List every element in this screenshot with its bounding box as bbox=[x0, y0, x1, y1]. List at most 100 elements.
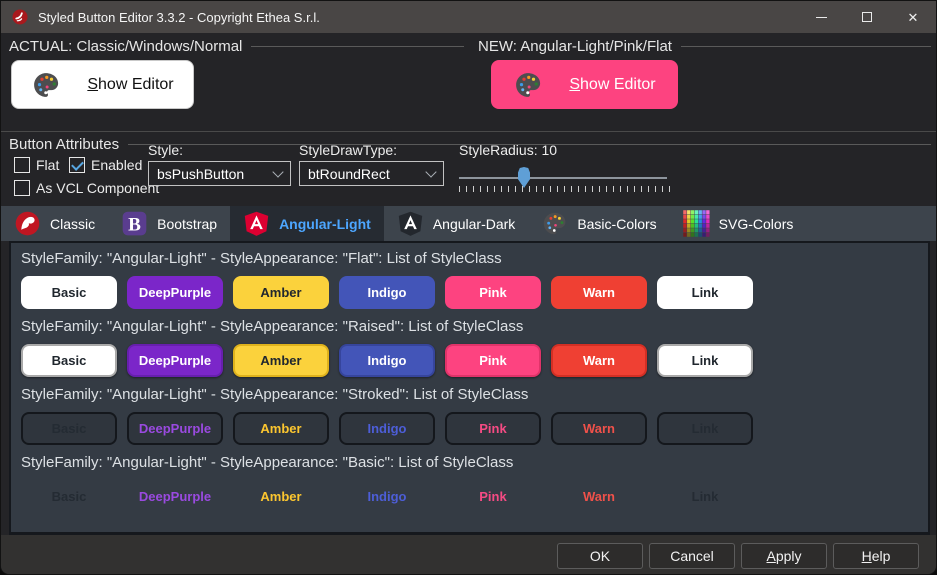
styleclass-button-indigo-flat[interactable]: Indigo bbox=[339, 276, 435, 309]
styleradius-slider-ticks bbox=[459, 186, 671, 192]
styleclass-button-amber-raised[interactable]: Amber bbox=[233, 344, 329, 377]
show-editor-button-new[interactable]: Show Editor bbox=[491, 60, 678, 109]
section-title-basic: StyleFamily: "Angular-Light" - StyleAppe… bbox=[21, 454, 514, 471]
flat-checkbox[interactable]: Flat bbox=[14, 157, 59, 173]
as-vcl-component-checkbox-label: As VCL Component bbox=[36, 180, 160, 196]
window-controls: ✕ bbox=[798, 1, 936, 33]
close-button[interactable]: ✕ bbox=[890, 1, 936, 33]
styleclass-button-warn-flat[interactable]: Warn bbox=[551, 276, 647, 309]
dialog-footer: OK Cancel Apply Help bbox=[1, 535, 936, 574]
tab-basic-colors[interactable]: Basic-Colors bbox=[528, 206, 669, 241]
styleclass-button-pink-flat[interactable]: Pink bbox=[445, 276, 541, 309]
minimize-button[interactable] bbox=[798, 1, 844, 33]
styleclass-button-basic-raised[interactable]: Basic bbox=[21, 344, 117, 377]
styleclass-button-deeppurple-flat[interactable]: DeepPurple bbox=[127, 276, 223, 309]
styleclass-button-indigo-stroked[interactable]: Indigo bbox=[339, 412, 435, 445]
show-editor-label: Show Editor bbox=[569, 75, 656, 93]
styleclass-button-warn-basic[interactable]: Warn bbox=[551, 480, 647, 513]
styleclass-button-warn-stroked[interactable]: Warn bbox=[551, 412, 647, 445]
styleclass-button-warn-raised[interactable]: Warn bbox=[551, 344, 647, 377]
flat-checkbox-label: Flat bbox=[36, 157, 60, 173]
close-icon: ✕ bbox=[907, 9, 919, 25]
styleclass-row-raised: Basic DeepPurple Amber Indigo Pink Warn Link bbox=[21, 344, 918, 377]
chevron-down-icon bbox=[425, 165, 437, 178]
styleclass-row-stroked: Basic DeepPurple Amber Indigo Pink Warn Link bbox=[21, 412, 918, 445]
ok-button[interactable]: OK bbox=[557, 542, 643, 569]
style-label: Style: bbox=[148, 142, 184, 158]
minimize-icon bbox=[815, 16, 827, 18]
enabled-checkbox-label: Enabled bbox=[91, 157, 143, 173]
styleclass-button-amber-stroked[interactable]: Amber bbox=[233, 412, 329, 445]
chevron-down-icon bbox=[272, 165, 284, 178]
tab-angular-light[interactable]: Angular-Light bbox=[230, 206, 384, 241]
tab-angular-dark[interactable]: Angular-Dark bbox=[384, 206, 528, 241]
tab-svg-colors[interactable]: SVG-Colors bbox=[670, 206, 807, 241]
styleclass-button-indigo-raised[interactable]: Indigo bbox=[339, 344, 435, 377]
styleclass-button-amber-basic[interactable]: Amber bbox=[233, 480, 329, 513]
styled-button-editor-window: Styled Button Editor 3.3.2 - Copyright E… bbox=[0, 0, 937, 575]
tab-bootstrap[interactable]: B Bootstrap bbox=[108, 206, 230, 241]
svg-text:B: B bbox=[128, 214, 141, 235]
cancel-button[interactable]: Cancel bbox=[649, 542, 735, 569]
as-vcl-component-checkbox[interactable]: As VCL Component bbox=[14, 180, 159, 196]
group-divider bbox=[680, 46, 931, 47]
svg-colors-icon bbox=[682, 210, 710, 237]
help-button[interactable]: Help bbox=[833, 542, 919, 569]
window-title: Styled Button Editor 3.3.2 - Copyright E… bbox=[38, 9, 320, 25]
group-divider bbox=[251, 46, 464, 47]
checkbox-box bbox=[14, 180, 30, 196]
styleclass-sections: StyleFamily: "Angular-Light" - StyleAppe… bbox=[11, 243, 928, 513]
styleradius-slider[interactable] bbox=[459, 177, 667, 179]
styleclass-button-basic-flat[interactable]: Basic bbox=[21, 276, 117, 309]
tab-label: Bootstrap bbox=[157, 215, 218, 232]
titlebar: Styled Button Editor 3.3.2 - Copyright E… bbox=[1, 1, 936, 33]
styleclass-button-pink-stroked[interactable]: Pink bbox=[445, 412, 541, 445]
styleclass-button-basic-basic[interactable]: Basic bbox=[21, 480, 117, 513]
styleclass-button-link-flat[interactable]: Link bbox=[657, 276, 753, 309]
palette-icon bbox=[513, 70, 543, 100]
tab-classic[interactable]: Classic bbox=[1, 206, 108, 241]
tab-label: Basic-Colors bbox=[577, 215, 657, 232]
style-combobox[interactable]: bsPushButton bbox=[148, 161, 291, 186]
styleclass-button-link-stroked[interactable]: Link bbox=[657, 412, 753, 445]
styleclass-button-amber-flat[interactable]: Amber bbox=[233, 276, 329, 309]
tab-label: SVG-Colors bbox=[718, 215, 794, 232]
styleclass-button-indigo-basic[interactable]: Indigo bbox=[339, 480, 435, 513]
styleradius-slider-thumb[interactable] bbox=[518, 167, 530, 188]
new-group-label: NEW: Angular-Light/Pink/Flat bbox=[478, 38, 672, 55]
horizontal-separator bbox=[1, 131, 936, 132]
checkbox-box bbox=[14, 157, 30, 173]
button-attributes-label: Button Attributes bbox=[9, 136, 120, 153]
tab-label: Angular-Light bbox=[279, 215, 371, 232]
enabled-checkbox[interactable]: Enabled bbox=[69, 157, 142, 173]
styleclass-button-link-basic[interactable]: Link bbox=[657, 480, 753, 513]
apply-button[interactable]: Apply bbox=[741, 542, 827, 569]
tab-label: Angular-Dark bbox=[432, 215, 516, 232]
styleclass-row-flat: Basic DeepPurple Amber Indigo Pink Warn Link bbox=[21, 276, 918, 309]
styleclass-button-deeppurple-basic[interactable]: DeepPurple bbox=[127, 480, 223, 513]
help-button-label: Help bbox=[861, 547, 891, 564]
show-editor-button-actual[interactable]: Show Editor bbox=[11, 60, 194, 109]
styleclass-button-link-raised[interactable]: Link bbox=[657, 344, 753, 377]
basic-colors-icon bbox=[541, 210, 568, 237]
palette-icon bbox=[31, 70, 61, 100]
style-family-tabbar: Classic B Bootstrap Angular-Light Angular-Da… bbox=[1, 206, 936, 241]
actual-group-label: ACTUAL: Classic/Windows/Normal bbox=[9, 38, 243, 55]
section-title-flat: StyleFamily: "Angular-Light" - StyleAppe… bbox=[21, 250, 502, 267]
styleclass-button-deeppurple-raised[interactable]: DeepPurple bbox=[127, 344, 223, 377]
maximize-button[interactable] bbox=[844, 1, 890, 33]
ethea-app-icon bbox=[11, 8, 29, 26]
bootstrap-icon: B bbox=[121, 210, 148, 237]
maximize-icon bbox=[862, 12, 872, 22]
styledrawtype-combobox[interactable]: btRoundRect bbox=[299, 161, 444, 186]
delphi-icon bbox=[14, 210, 41, 237]
cancel-button-label: Cancel bbox=[670, 547, 714, 564]
styleclass-button-pink-raised[interactable]: Pink bbox=[445, 344, 541, 377]
styleclass-button-basic-stroked[interactable]: Basic bbox=[21, 412, 117, 445]
styleclass-panel: StyleFamily: "Angular-Light" - StyleAppe… bbox=[9, 241, 930, 535]
ok-button-label: OK bbox=[589, 547, 611, 564]
angular-dark-icon bbox=[397, 210, 424, 237]
styleclass-button-pink-basic[interactable]: Pink bbox=[445, 480, 541, 513]
apply-button-label: Apply bbox=[766, 547, 802, 564]
styleclass-button-deeppurple-stroked[interactable]: DeepPurple bbox=[127, 412, 223, 445]
